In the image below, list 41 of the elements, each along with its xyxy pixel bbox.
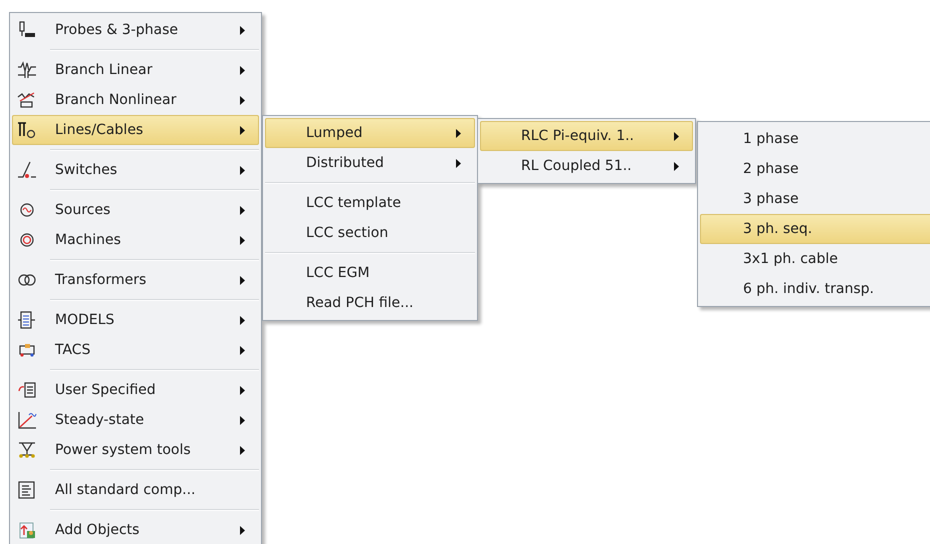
menu-item[interactable]: Read PCH file... — [265, 288, 475, 318]
menu-item[interactable]: Branch Nonlinear — [12, 85, 259, 115]
switch-icon — [17, 161, 37, 179]
menu-item[interactable]: Lumped — [265, 118, 475, 148]
lines-icon — [17, 121, 37, 139]
menu-item[interactable]: LCC template — [265, 188, 475, 218]
menu-item[interactable]: LCC EGM — [265, 258, 475, 288]
graph-icon — [17, 411, 37, 429]
nonlinear-branch-icon — [17, 91, 37, 109]
menu-item[interactable]: Machines — [12, 225, 259, 255]
menu-item[interactable]: TACS — [12, 335, 259, 365]
menu-item[interactable]: Branch Linear — [12, 55, 259, 85]
menu-item[interactable]: Power system tools — [12, 435, 259, 465]
menu-item[interactable]: All standard comp... — [12, 475, 259, 505]
menu-item[interactable]: Lines/Cables — [12, 115, 259, 145]
probe-icon — [17, 21, 37, 39]
menu-item[interactable]: Distributed — [265, 148, 475, 178]
menu-item[interactable]: RL Coupled 51.. — [480, 151, 693, 181]
network-tool-icon — [17, 441, 37, 459]
menu-item[interactable]: 3x1 ph. cable — [700, 244, 930, 274]
menu-item[interactable]: Add Objects — [12, 515, 259, 544]
resistor-capacitor-icon — [17, 61, 37, 79]
add-object-icon — [17, 521, 37, 539]
menu-item[interactable]: Transformers — [12, 265, 259, 295]
menu-item[interactable]: LCC section — [265, 218, 475, 248]
menu-item[interactable]: 6 ph. indiv. transp. — [700, 274, 930, 304]
user-document-icon — [17, 381, 37, 399]
menu-item[interactable]: 1 phase — [700, 124, 930, 154]
menu-item[interactable]: Probes & 3-phase — [12, 15, 259, 45]
menu-item[interactable]: Sources — [12, 195, 259, 225]
menu-item[interactable]: MODELS — [12, 305, 259, 335]
menu-item[interactable]: User Specified — [12, 375, 259, 405]
menu-item[interactable]: 3 phase — [700, 184, 930, 214]
menu-item[interactable]: RLC Pi-equiv. 1.. — [480, 121, 693, 151]
menu-item[interactable]: 3 ph. seq. — [700, 214, 930, 244]
menu-item[interactable]: Switches — [12, 155, 259, 185]
models-block-icon — [17, 311, 37, 329]
menu-item[interactable]: 2 phase — [700, 154, 930, 184]
menu-item[interactable]: Steady-state — [12, 405, 259, 435]
list-window-icon — [17, 481, 37, 499]
tacs-block-icon — [17, 341, 37, 359]
